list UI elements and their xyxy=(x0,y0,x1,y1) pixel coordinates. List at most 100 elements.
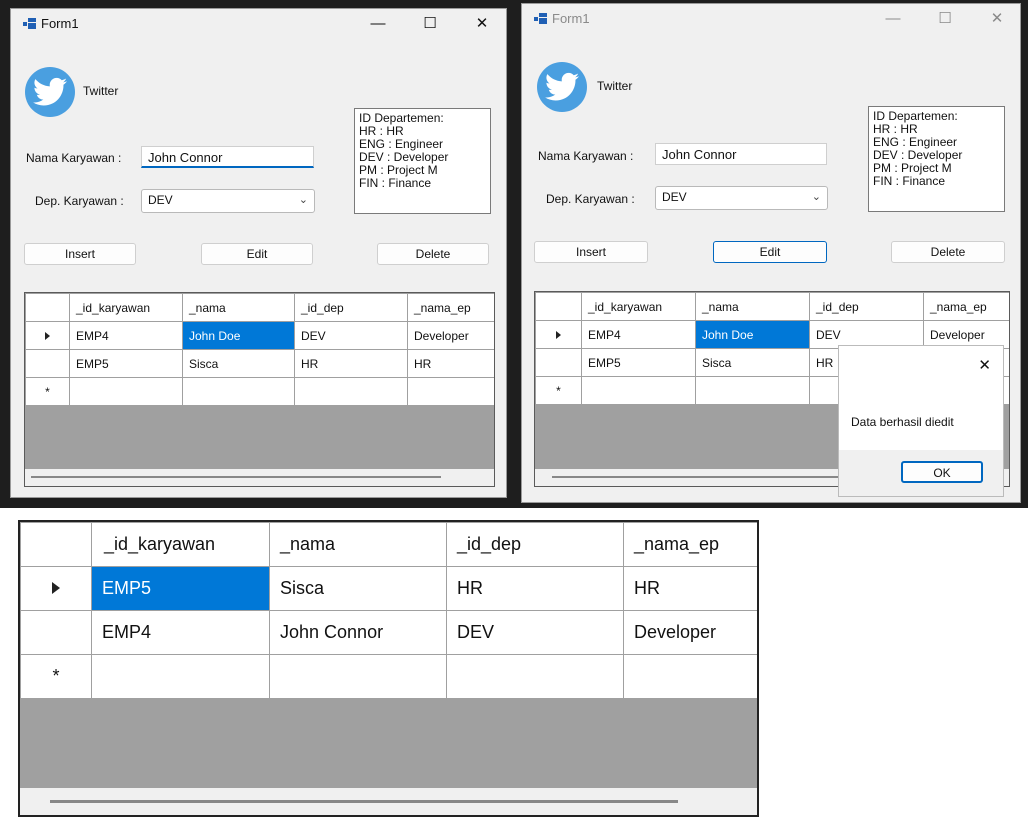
scrollbar-thumb[interactable] xyxy=(50,800,678,803)
title-bar[interactable]: Form1 — ☐ ✕ xyxy=(11,9,506,39)
edit-button[interactable]: Edit xyxy=(201,243,313,265)
grid-header-row: _id_karyawan _nama _id_dep _nama_ep xyxy=(25,293,494,322)
row-pointer-icon[interactable] xyxy=(20,566,92,611)
row-pointer-icon[interactable] xyxy=(25,321,70,350)
horizontal-scrollbar[interactable] xyxy=(25,469,494,486)
scrollbar-thumb[interactable] xyxy=(31,476,441,478)
delete-button[interactable]: Delete xyxy=(891,241,1005,263)
column-header[interactable]: _nama_ep xyxy=(407,293,494,322)
message-box-close-button[interactable]: ✕ xyxy=(978,356,991,374)
cell[interactable]: Sisca xyxy=(182,349,295,378)
cell[interactable] xyxy=(407,377,494,406)
table-row[interactable]: EMP5 Sisca HR HR xyxy=(25,349,494,378)
cell[interactable]: EMP4 xyxy=(91,610,270,655)
cell[interactable]: DEV xyxy=(446,610,624,655)
row-header[interactable] xyxy=(20,610,92,655)
nama-karyawan-input[interactable]: John Connor xyxy=(655,143,827,165)
cell[interactable] xyxy=(623,654,757,699)
cell[interactable]: HR xyxy=(407,349,494,378)
column-header[interactable]: _nama xyxy=(269,522,447,567)
form-window: Form1 — ☐ ✕ Twitter ID Departemen: HR : … xyxy=(10,8,507,498)
cell[interactable]: HR xyxy=(623,566,757,611)
message-text: Data berhasil diedit xyxy=(851,415,954,429)
dep-karyawan-select[interactable]: DEV ⌄ xyxy=(655,186,828,210)
dep-karyawan-value: DEV xyxy=(148,193,173,207)
form-app-icon xyxy=(534,13,547,24)
ok-button[interactable]: OK xyxy=(901,461,983,483)
insert-button[interactable]: Insert xyxy=(534,241,648,263)
window-title: Form1 xyxy=(552,11,590,26)
insert-button[interactable]: Insert xyxy=(24,243,136,265)
screenshot-form-messagebox: Form1 — ☐ ✕ Twitter ID Departemen: HR : … xyxy=(518,0,1028,508)
table-row[interactable]: EMP4 John Doe DEV Developer xyxy=(25,321,494,350)
column-header[interactable]: _nama_ep xyxy=(623,522,757,567)
cell[interactable]: EMP4 xyxy=(581,320,696,349)
nama-karyawan-input[interactable]: John Connor xyxy=(141,146,314,168)
cell[interactable]: DEV xyxy=(294,321,408,350)
data-grid-zoomed[interactable]: _id_karyawan _nama _id_dep _nama_ep EMP5… xyxy=(18,520,759,817)
dep-karyawan-select[interactable]: DEV ⌄ xyxy=(141,189,315,213)
row-header[interactable] xyxy=(25,349,70,378)
cell[interactable] xyxy=(269,654,447,699)
row-header-corner xyxy=(535,292,582,321)
cell[interactable] xyxy=(91,654,270,699)
column-header[interactable]: _id_dep xyxy=(809,292,924,321)
column-header[interactable]: _id_karyawan xyxy=(69,293,183,322)
maximize-button[interactable]: ☐ xyxy=(922,4,968,34)
column-header[interactable]: _nama_ep xyxy=(923,292,1009,321)
chevron-down-icon: ⌄ xyxy=(298,194,308,206)
cell[interactable]: HR xyxy=(294,349,408,378)
column-header[interactable]: _id_karyawan xyxy=(581,292,696,321)
cell-selected[interactable]: EMP5 xyxy=(91,566,270,611)
column-header[interactable]: _id_dep xyxy=(294,293,408,322)
column-header[interactable]: _id_dep xyxy=(446,522,624,567)
cell[interactable] xyxy=(581,376,696,405)
grid-header-row: _id_karyawan _nama _id_dep _nama_ep xyxy=(535,292,1009,321)
window-title: Form1 xyxy=(41,16,79,31)
close-button[interactable]: ✕ xyxy=(974,4,1020,34)
cell[interactable]: EMP5 xyxy=(581,348,696,377)
table-row[interactable]: EMP5 Sisca HR HR xyxy=(20,566,757,611)
row-header[interactable] xyxy=(535,348,582,377)
title-bar[interactable]: Form1 — ☐ ✕ xyxy=(522,4,1020,34)
new-row[interactable]: * xyxy=(20,654,757,699)
logo-label: Twitter xyxy=(597,79,633,93)
minimize-button[interactable]: — xyxy=(870,4,916,34)
cell[interactable]: Developer xyxy=(407,321,494,350)
cell[interactable] xyxy=(294,377,408,406)
cell[interactable]: Sisca xyxy=(269,566,447,611)
cell[interactable]: HR xyxy=(446,566,624,611)
cell[interactable]: EMP4 xyxy=(69,321,183,350)
dep-karyawan-label: Dep. Karyawan : xyxy=(546,192,635,206)
row-header-corner xyxy=(20,522,92,567)
cell-selected[interactable]: John Doe xyxy=(182,321,295,350)
column-header[interactable]: _nama xyxy=(182,293,295,322)
nama-karyawan-label: Nama Karyawan : xyxy=(538,149,634,163)
screenshot-form-active: Form1 — ☐ ✕ Twitter ID Departemen: HR : … xyxy=(0,0,518,508)
maximize-button[interactable]: ☐ xyxy=(407,9,453,39)
cell[interactable]: John Connor xyxy=(269,610,447,655)
cell-selected[interactable]: John Doe xyxy=(695,320,810,349)
delete-button[interactable]: Delete xyxy=(377,243,489,265)
info-line: FIN : Finance xyxy=(873,174,946,188)
cell[interactable] xyxy=(182,377,295,406)
row-header-corner xyxy=(25,293,70,322)
cell[interactable] xyxy=(69,377,183,406)
data-grid[interactable]: _id_karyawan _nama _id_dep _nama_ep EMP4… xyxy=(24,292,495,487)
cell[interactable]: Developer xyxy=(623,610,757,655)
cell[interactable] xyxy=(446,654,624,699)
table-row[interactable]: EMP4 John Connor DEV Developer xyxy=(20,610,757,655)
column-header[interactable]: _nama xyxy=(695,292,810,321)
close-button[interactable]: ✕ xyxy=(459,9,505,39)
column-header[interactable]: _id_karyawan xyxy=(91,522,270,567)
cell[interactable]: EMP5 xyxy=(69,349,183,378)
cell[interactable]: Sisca xyxy=(695,348,810,377)
horizontal-scrollbar[interactable] xyxy=(20,788,757,815)
twitter-logo-icon xyxy=(537,62,587,112)
edit-button[interactable]: Edit xyxy=(713,241,827,263)
twitter-logo-icon xyxy=(25,67,75,117)
cell[interactable] xyxy=(695,376,810,405)
minimize-button[interactable]: — xyxy=(355,9,401,39)
row-pointer-icon[interactable] xyxy=(535,320,582,349)
new-row[interactable]: * xyxy=(25,377,494,406)
